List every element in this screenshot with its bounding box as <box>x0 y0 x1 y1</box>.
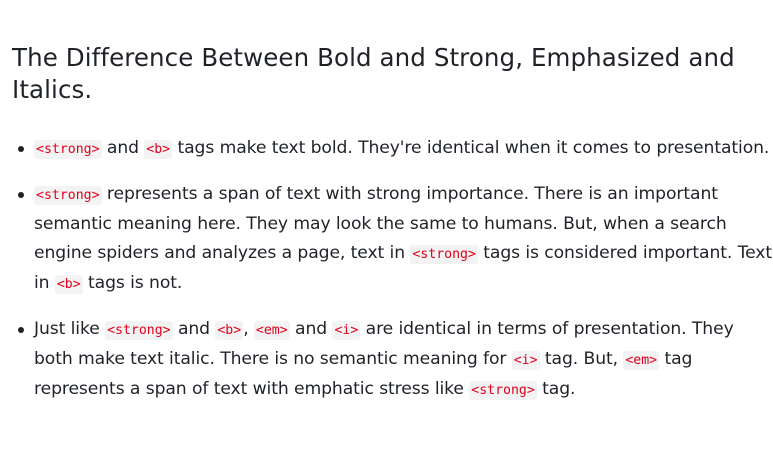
article-heading: The Difference Between Bold and Strong, … <box>12 43 735 104</box>
inline-code: <strong> <box>34 186 102 205</box>
item-text: tag. But, <box>539 349 624 369</box>
inline-code: <strong> <box>105 321 173 340</box>
inline-code: <b> <box>215 321 244 340</box>
article: The Difference Between Bold and Strong, … <box>0 0 773 449</box>
item-text: , <box>243 319 254 339</box>
item-text: and <box>172 319 216 339</box>
item-text: tags is not. <box>82 273 183 293</box>
inline-code: <b> <box>144 140 173 159</box>
list-item: <strong> and <b> tags make text bold. Th… <box>18 134 773 164</box>
item-text: and <box>289 319 333 339</box>
inline-code: <em> <box>623 351 660 370</box>
inline-code: <strong> <box>34 140 102 159</box>
inline-code: <em> <box>253 321 290 340</box>
inline-code: <strong> <box>469 381 537 400</box>
list-item: Just like <strong> and <b>, <em> and <i>… <box>18 315 773 405</box>
list-item: <strong> represents a span of text with … <box>18 180 773 299</box>
item-text: Just like <box>34 319 106 339</box>
bullet-list: <strong> and <b> tags make text bold. Th… <box>12 134 773 405</box>
item-text: tags make text bold. They're identical w… <box>172 138 770 158</box>
inline-code: <b> <box>54 275 83 294</box>
inline-code: <i> <box>332 321 361 340</box>
item-text: and <box>101 138 145 158</box>
inline-code: <i> <box>511 351 540 370</box>
item-text: tag. <box>536 379 576 399</box>
inline-code: <strong> <box>410 245 478 264</box>
